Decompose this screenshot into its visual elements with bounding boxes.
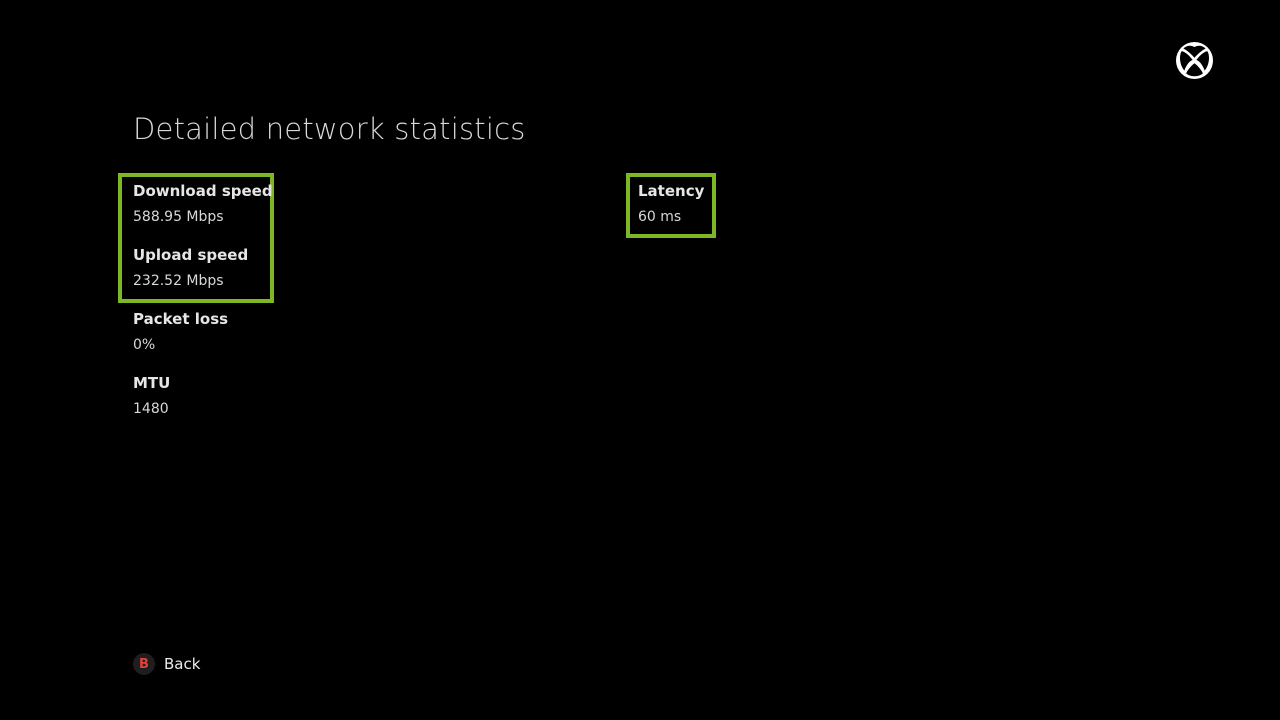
mtu-value: 1480 (133, 401, 169, 417)
mtu-label: MTU (133, 374, 171, 392)
xbox-logo-icon (1176, 42, 1213, 79)
page-title: Detailed network statistics (133, 112, 526, 146)
mtu-stat: MTU 1480 (133, 374, 170, 418)
upload-speed-label: Upload speed (133, 246, 249, 264)
download-speed-value: 588.95 Mbps (133, 209, 224, 225)
packet-loss-stat: Packet loss 0% (133, 310, 228, 354)
b-button-icon: B (133, 653, 155, 675)
latency-stat: Latency 60 ms (638, 182, 704, 226)
upload-speed-stat: Upload speed 232.52 Mbps (133, 246, 248, 290)
download-speed-label: Download speed (133, 182, 273, 200)
packet-loss-label: Packet loss (133, 310, 229, 328)
upload-speed-value: 232.52 Mbps (133, 273, 224, 289)
packet-loss-value: 0% (133, 337, 156, 353)
latency-value: 60 ms (638, 209, 682, 225)
back-label: Back (164, 655, 201, 673)
download-speed-stat: Download speed 588.95 Mbps (133, 182, 273, 226)
back-button[interactable]: B Back (133, 653, 200, 675)
latency-label: Latency (638, 182, 705, 200)
